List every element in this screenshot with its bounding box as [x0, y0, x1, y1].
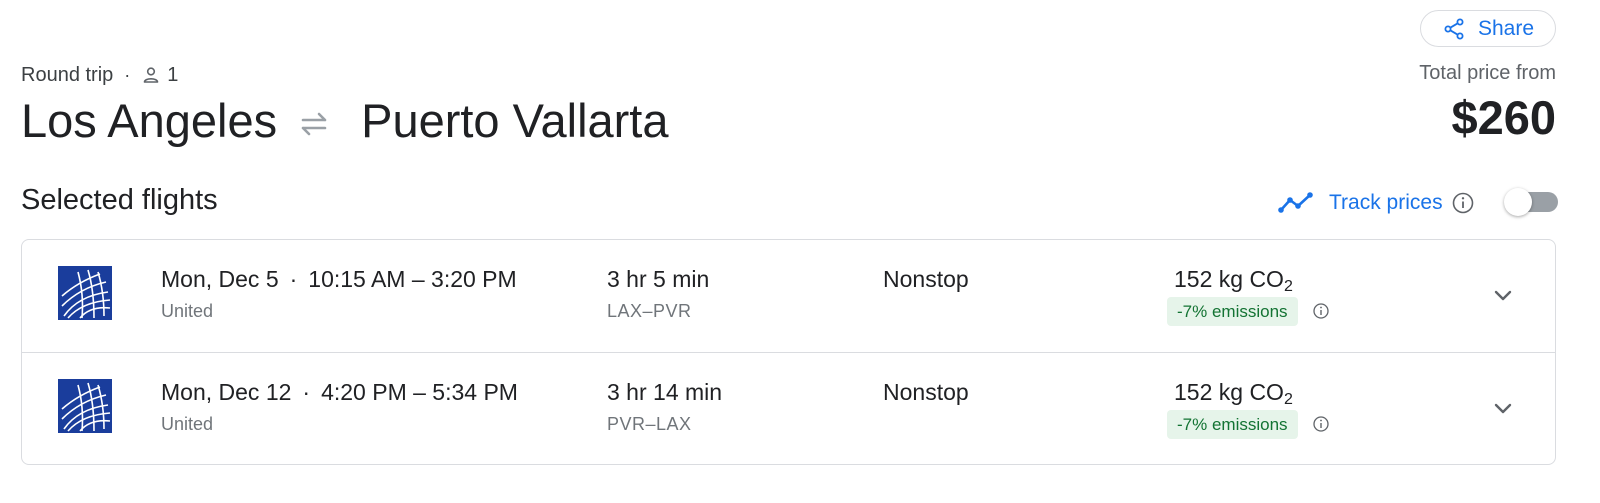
flight-row-return[interactable]: Mon, Dec 12 · 4:20 PM – 5:34 PM United 3 h…: [22, 352, 1555, 464]
emissions-badge: -7% emissions: [1167, 297, 1298, 326]
selected-flights-title: Selected flights: [21, 184, 218, 216]
info-icon[interactable]: [1312, 302, 1330, 320]
flight-times: Mon, Dec 5 · 10:15 AM – 3:20 PM: [161, 266, 517, 293]
track-prices[interactable]: Track prices: [1278, 187, 1475, 219]
flight-times: Mon, Dec 12 · 4:20 PM – 5:34 PM: [161, 379, 518, 406]
separator-dot: ·: [289, 266, 298, 292]
trend-line-icon: [1278, 192, 1313, 213]
info-icon[interactable]: [1312, 415, 1330, 433]
share-icon: [1444, 18, 1464, 39]
flight-emissions: 152 kg CO2: [1174, 379, 1293, 409]
trip-meta: Round trip · 1: [21, 62, 178, 88]
emissions-subscript: 2: [1283, 278, 1293, 295]
passenger-count: 1: [167, 63, 179, 86]
toggle-knob: [1504, 188, 1532, 216]
track-prices-toggle[interactable]: [1504, 188, 1558, 216]
origin-city: Los Angeles: [21, 93, 278, 147]
selected-flights-card: Mon, Dec 5 · 10:15 AM – 3:20 PM United 3 h…: [21, 239, 1556, 465]
emissions-value: 152 kg CO: [1174, 266, 1284, 292]
flight-duration: 3 hr 5 min: [607, 266, 710, 292]
emissions-badge: -7% emissions: [1167, 410, 1298, 439]
chevron-down-icon[interactable]: [1489, 395, 1517, 423]
flight-stops: Nonstop: [883, 379, 969, 405]
flight-duration: 3 hr 14 min: [607, 379, 723, 405]
track-prices-label: Track prices: [1329, 191, 1443, 214]
total-price-label: Total price from: [1419, 62, 1556, 84]
total-price: $260: [1451, 91, 1556, 144]
emissions-value: 152 kg CO: [1174, 379, 1284, 405]
route-title: Los Angeles Puerto Vallarta: [21, 90, 669, 150]
flight-airports: LAX–PVR: [607, 301, 692, 321]
airline-name: United: [161, 301, 214, 321]
united-globe-logo: [58, 379, 112, 433]
flight-date: Mon, Dec 12: [161, 379, 292, 405]
info-icon[interactable]: [1451, 191, 1475, 215]
separator-dot: ·: [302, 379, 311, 405]
flight-row-outbound[interactable]: Mon, Dec 5 · 10:15 AM – 3:20 PM United 3 h…: [22, 240, 1555, 352]
flight-airports: PVR–LAX: [607, 414, 692, 434]
flight-time-range: 10:15 AM – 3:20 PM: [308, 266, 517, 292]
airline-name: United: [161, 414, 214, 434]
flight-stops: Nonstop: [883, 266, 969, 292]
person-icon: [143, 67, 159, 83]
trip-type: Round trip: [21, 63, 114, 86]
flight-time-range: 4:20 PM – 5:34 PM: [321, 379, 518, 405]
separator-dot: ·: [124, 64, 131, 85]
united-globe-logo: [58, 266, 112, 320]
emissions-subscript: 2: [1283, 391, 1293, 408]
flight-emissions: 152 kg CO2: [1174, 266, 1293, 296]
destination-city: Puerto Vallarta: [361, 93, 669, 147]
swap-arrows-icon: [301, 112, 327, 136]
flight-date: Mon, Dec 5: [161, 266, 279, 292]
share-label: Share: [1477, 16, 1535, 40]
chevron-down-icon[interactable]: [1489, 282, 1517, 310]
share-button[interactable]: Share: [1420, 10, 1556, 47]
